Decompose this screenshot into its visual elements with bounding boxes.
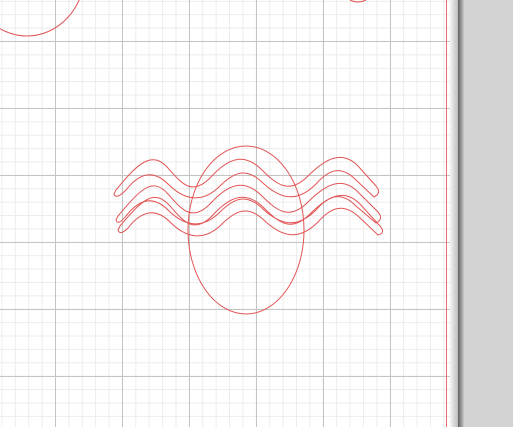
ellipse-shape-center[interactable] (187, 145, 305, 315)
wave-shape-lower[interactable] (117, 194, 384, 237)
page-gutter (450, 0, 458, 427)
wave-shape-outer[interactable] (113, 156, 380, 199)
design-shapes (0, 0, 384, 315)
shape-fragment-top-right[interactable] (349, 0, 367, 3)
side-panel (464, 0, 513, 427)
ellipse-shape-top-left[interactable] (0, 0, 85, 37)
wave-shape-middle[interactable] (115, 182, 382, 225)
